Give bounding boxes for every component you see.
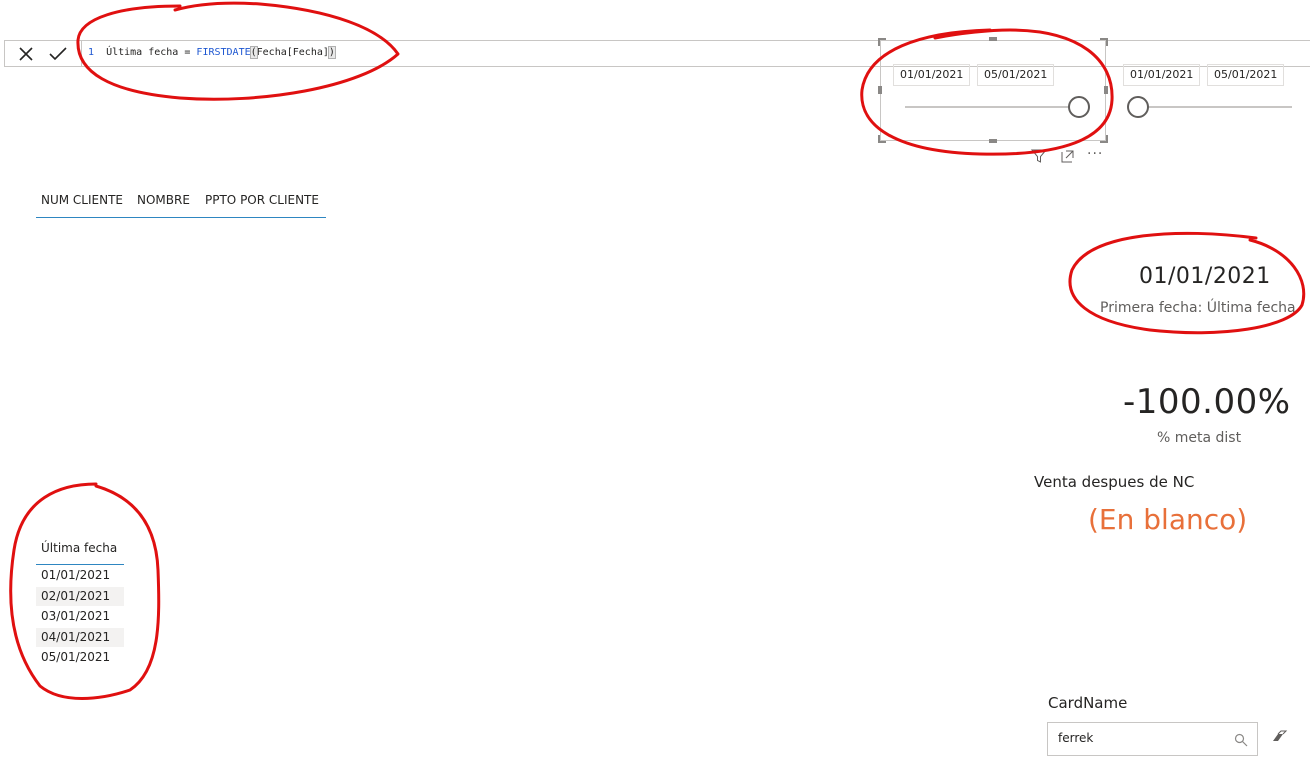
list-item[interactable]: 05/01/2021 — [36, 648, 124, 667]
slicer-1-start-date[interactable]: 01/01/2021 — [893, 64, 971, 86]
card-date-label: Primera fecha: Última fecha — [1100, 300, 1296, 316]
slicer-2-track[interactable] — [1140, 106, 1292, 108]
measure-name: Última fecha — [106, 47, 179, 58]
card-pct-value: -100.00% — [1123, 382, 1291, 422]
slicer-2-start-date[interactable]: 01/01/2021 — [1123, 64, 1201, 86]
commit-formula-button[interactable] — [45, 43, 71, 65]
search-icon[interactable] — [1234, 733, 1248, 747]
check-icon — [49, 47, 67, 61]
formula-argument: Fecha[Fecha] — [256, 47, 329, 58]
resize-handle-right[interactable] — [1104, 86, 1108, 94]
search-box — [1047, 722, 1258, 756]
card-sales-title: Venta despues de NC — [1034, 473, 1195, 491]
slicer-2-start-handle[interactable] — [1127, 96, 1149, 118]
list-item[interactable]: 01/01/2021 — [36, 566, 124, 585]
resize-corner-tr[interactable] — [1100, 38, 1108, 46]
list-header[interactable]: Última fecha — [36, 538, 124, 565]
formula-operator: = — [184, 47, 191, 58]
slicer-1-track[interactable] — [905, 106, 1087, 108]
line-number: 1 — [88, 47, 95, 58]
slicer-1-end-handle[interactable] — [1068, 96, 1090, 118]
formula-function: FIRSTDATE — [196, 47, 251, 58]
more-options-icon[interactable]: ··· — [1087, 146, 1103, 162]
slicer-1-selection-frame[interactable] — [880, 40, 1106, 141]
resize-corner-br[interactable] — [1100, 135, 1108, 143]
card-pct-label: % meta dist — [1157, 430, 1242, 446]
resize-handle-bottom[interactable] — [989, 139, 997, 143]
close-icon — [19, 47, 33, 61]
list-item[interactable]: 02/01/2021 — [36, 586, 124, 606]
column-header-ppto-por-cliente[interactable]: PPTO POR CLIENTE — [200, 190, 326, 218]
resize-corner-tl[interactable] — [878, 38, 886, 46]
resize-handle-top[interactable] — [989, 37, 997, 41]
resize-handle-left[interactable] — [878, 86, 882, 94]
card-date-value: 01/01/2021 — [1139, 264, 1271, 289]
red-annotations — [9, 1, 1306, 700]
focus-mode-icon[interactable] — [1060, 148, 1078, 166]
search-input[interactable] — [1048, 723, 1228, 753]
list-item[interactable]: 04/01/2021 — [36, 627, 124, 647]
list-item[interactable]: 03/01/2021 — [36, 607, 124, 626]
slicer-2-end-date[interactable]: 05/01/2021 — [1207, 64, 1285, 86]
eraser-icon[interactable] — [1272, 729, 1290, 745]
formula-bar: 1 Última fecha = FIRSTDATE(Fecha[Fecha]) — [4, 40, 1310, 67]
slicer-1-end-date[interactable]: 05/01/2021 — [977, 64, 1055, 86]
filter-icon[interactable] — [1030, 148, 1049, 166]
column-header-nombre[interactable]: NOMBRE — [132, 190, 200, 218]
close-paren: ) — [327, 46, 336, 59]
cancel-formula-button[interactable] — [13, 43, 39, 65]
formula-editor[interactable]: 1 Última fecha = FIRSTDATE(Fecha[Fecha]) — [81, 41, 1311, 66]
resize-corner-bl[interactable] — [878, 135, 886, 143]
column-header-num-cliente[interactable]: NUM CLIENTE — [36, 190, 132, 218]
search-slicer-title: CardName — [1048, 694, 1128, 712]
card-sales-value: (En blanco) — [1088, 503, 1248, 536]
